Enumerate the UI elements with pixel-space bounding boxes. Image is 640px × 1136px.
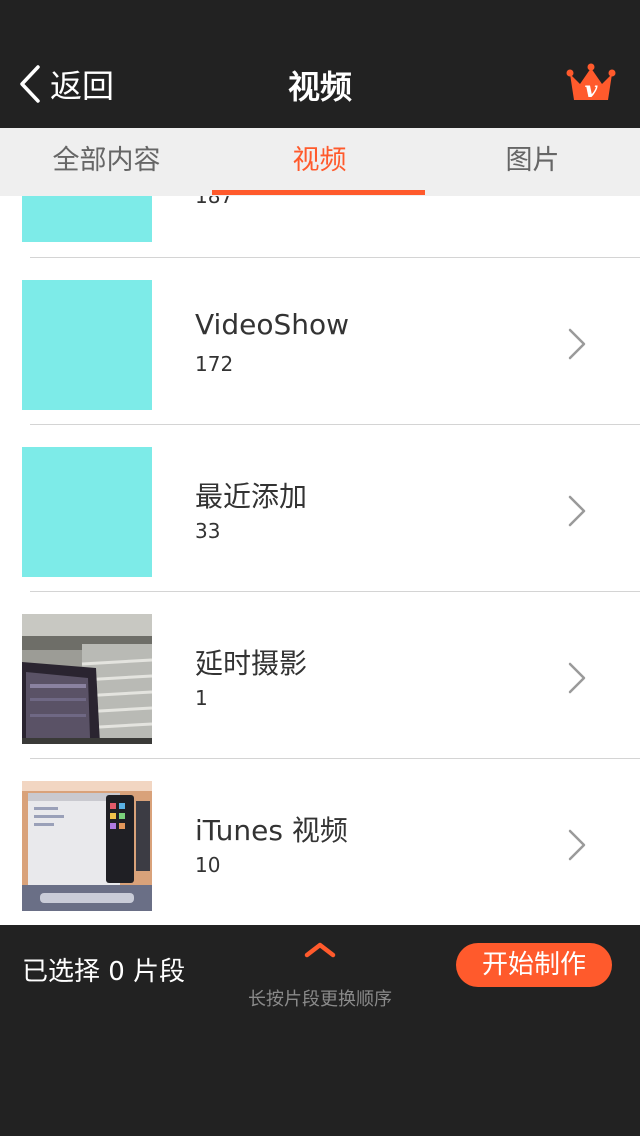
crown-icon: v (566, 63, 616, 110)
album-count: 10 (195, 853, 221, 877)
page-title: 视频 (287, 68, 352, 106)
album-row[interactable]: 187 (0, 196, 640, 257)
app-screen: 返回 视频 v 全部内容 视频 图片 187 VideoShow 172 最近添… (0, 0, 640, 1136)
bottom-selection-bar: 已选择 0 片段 长按片段更换顺序 开始制作 (0, 925, 640, 1136)
back-label: 返回 (50, 67, 115, 105)
album-thumbnail-screen-photo (22, 781, 152, 911)
album-row-itunes-video[interactable]: iTunes 视频 10 (0, 759, 640, 925)
album-count: 172 (195, 352, 234, 376)
album-thumbnail (22, 196, 152, 242)
navigation-bar: 返回 视频 v (0, 0, 640, 128)
album-count: 187 (195, 196, 234, 208)
album-title: iTunes 视频 (195, 814, 348, 847)
chevron-up-icon[interactable] (303, 941, 337, 963)
album-row-recently-added[interactable]: 最近添加 33 (0, 425, 640, 592)
album-row-videoshow[interactable]: VideoShow 172 (0, 258, 640, 425)
selected-clips-count: 已选择 0 片段 (22, 957, 186, 987)
chevron-right-icon (566, 827, 588, 867)
vip-crown-button[interactable]: v (566, 62, 616, 106)
album-title: 最近添加 (195, 480, 308, 513)
category-tabs: 全部内容 视频 图片 (0, 128, 640, 196)
album-list[interactable]: 187 VideoShow 172 最近添加 33 延时摄影 1 iTunes … (0, 196, 640, 925)
chevron-left-icon (18, 64, 42, 104)
chevron-right-icon (566, 326, 588, 366)
tab-photos[interactable]: 图片 (426, 128, 639, 196)
album-row-timelapse[interactable]: 延时摄影 1 (0, 592, 640, 759)
chevron-right-icon (566, 660, 588, 700)
album-title: VideoShow (195, 308, 349, 341)
album-thumbnail-office-photo (22, 614, 152, 744)
album-thumbnail (22, 447, 152, 577)
album-count: 33 (195, 519, 221, 543)
back-button[interactable]: 返回 (18, 60, 114, 108)
active-tab-indicator (212, 190, 425, 195)
crown-letter: v (585, 77, 598, 103)
tab-all-content[interactable]: 全部内容 (0, 128, 213, 196)
album-title: 延时摄影 (195, 647, 308, 680)
album-count: 1 (195, 686, 208, 710)
album-thumbnail (22, 280, 152, 410)
chevron-right-icon (566, 493, 588, 533)
reorder-hint: 长按片段更换顺序 (248, 989, 392, 1010)
start-creating-button[interactable]: 开始制作 (456, 943, 612, 987)
tab-videos[interactable]: 视频 (213, 128, 426, 196)
